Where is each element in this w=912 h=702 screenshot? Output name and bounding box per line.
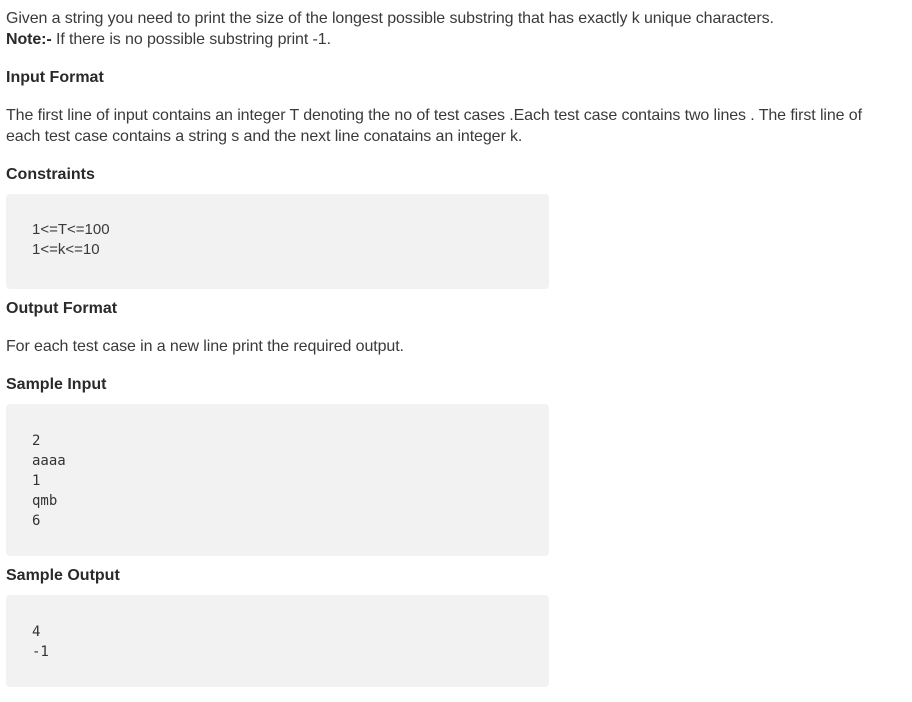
- sample-output-heading: Sample Output: [6, 567, 120, 584]
- note-line: Note:- If there is no possible substring…: [6, 29, 896, 50]
- input-format-text: The first line of input contains an inte…: [6, 107, 862, 145]
- sample-input-line: 1: [32, 473, 41, 489]
- input-format-heading: Input Format: [6, 69, 104, 86]
- constraint-line: 1<=T<=100: [32, 221, 110, 238]
- output-format-heading: Output Format: [6, 300, 118, 317]
- sample-input-line: aaaa: [32, 453, 66, 469]
- problem-description: Given a string you need to print the siz…: [6, 8, 896, 50]
- output-format-text: For each test case in a new line print t…: [6, 338, 404, 355]
- sample-output-box: 4 -1: [6, 595, 549, 687]
- sample-input-line: 2: [32, 433, 41, 449]
- sample-output-line: 4: [32, 624, 41, 640]
- sample-input-line: 6: [32, 513, 41, 529]
- sample-input-line: qmb: [32, 493, 58, 509]
- problem-statement: Given a string you need to print the siz…: [6, 8, 906, 687]
- sample-input-box: 2 aaaa 1 qmb 6: [6, 404, 549, 556]
- note-text: If there is no possible substring print …: [51, 31, 331, 48]
- constraints-box: 1<=T<=100 1<=k<=10: [6, 194, 549, 289]
- sample-input-heading: Sample Input: [6, 376, 107, 393]
- constraints-heading: Constraints: [6, 166, 95, 183]
- note-label: Note:-: [6, 31, 52, 48]
- intro-line: Given a string you need to print the siz…: [6, 10, 774, 27]
- constraint-line: 1<=k<=10: [32, 241, 100, 258]
- sample-output-line: -1: [32, 644, 49, 660]
